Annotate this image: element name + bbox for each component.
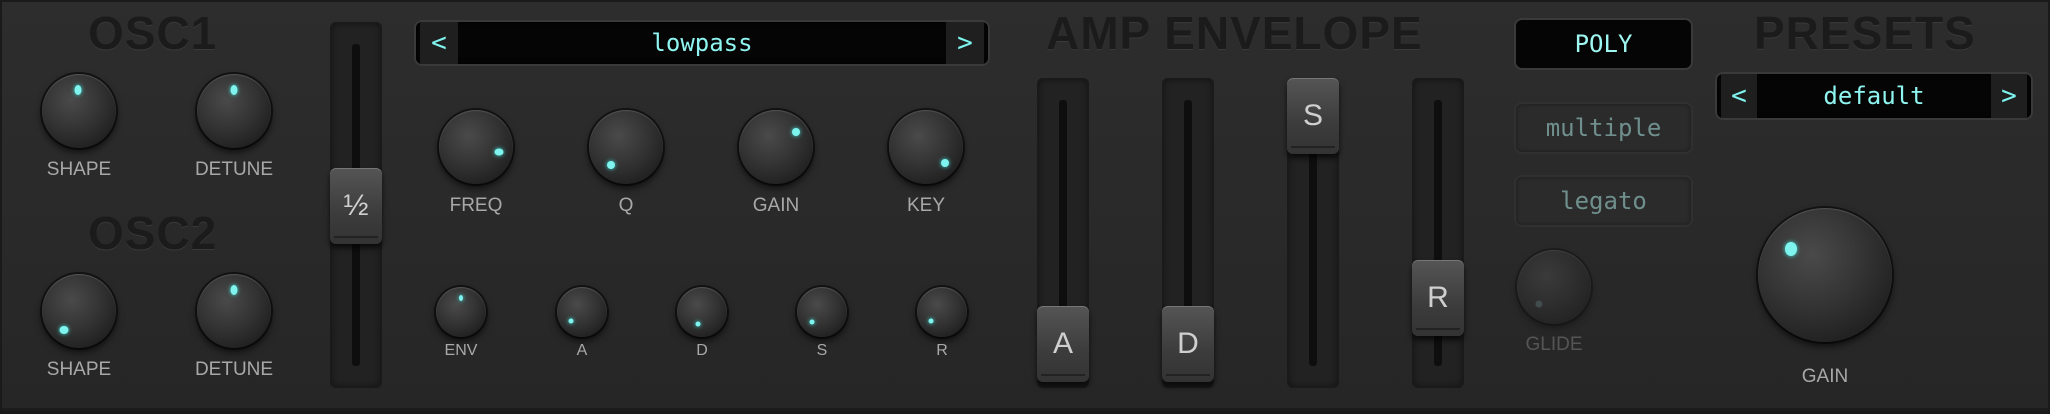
preset-value: default [1823, 82, 1925, 110]
osc2-title: OSC2 [88, 207, 218, 259]
filter-freq-knob[interactable] [439, 110, 513, 184]
filter-q-label: Q [618, 195, 634, 216]
amp-envelope-title: AMP ENVELOPE [1046, 7, 1423, 59]
knob-indicator [928, 318, 934, 324]
amp-release-slider[interactable]: R [1412, 78, 1464, 388]
osc1-title: OSC1 [88, 7, 218, 59]
filter-gain-label: GAIN [752, 195, 800, 216]
knob-indicator [230, 285, 238, 295]
filter-env-d-knob[interactable] [677, 287, 727, 337]
osc1-shape-label: SHAPE [46, 159, 112, 180]
osc2-detune-knob[interactable] [197, 274, 271, 348]
amp-sustain-handle[interactable]: S [1287, 78, 1339, 154]
knob-indicator [494, 148, 504, 156]
filter-env-d-label: D [696, 342, 708, 359]
octave-slider-handle[interactable]: ½ [330, 168, 382, 244]
filter-env-s-label: S [816, 342, 828, 359]
osc1-detune-knob[interactable] [197, 74, 271, 148]
osc2-shape-label: SHAPE [46, 359, 112, 380]
octave-slider-track[interactable]: ½ [330, 22, 382, 388]
filter-env-r-knob[interactable] [917, 287, 967, 337]
osc1-detune-label: DETUNE [194, 159, 274, 180]
filter-gain-knob[interactable] [739, 110, 813, 184]
filter-env-label: ENV [444, 342, 478, 359]
knob-indicator [230, 85, 238, 95]
knob-indicator [941, 159, 949, 167]
synth-panel: OSC1 SHAPE DETUNE OSC2 SHAPE DETUNE ½ < … [0, 0, 2050, 414]
preset-selector: < default > [1717, 74, 2031, 118]
filter-prev-button[interactable]: < [420, 22, 458, 64]
multiple-button[interactable]: multiple [1516, 104, 1691, 152]
osc1-shape-knob[interactable] [42, 74, 116, 148]
filter-env-s-knob[interactable] [797, 287, 847, 337]
amp-release-handle[interactable]: R [1412, 260, 1464, 336]
knob-indicator [792, 128, 800, 136]
amp-attack-slider[interactable]: A [1037, 78, 1089, 388]
presets-title: PRESETS [1754, 7, 1976, 59]
amp-decay-slider[interactable]: D [1162, 78, 1214, 388]
filter-key-label: KEY [906, 195, 946, 216]
filter-key-knob[interactable] [889, 110, 963, 184]
knob-indicator [1785, 242, 1797, 256]
knob-indicator [695, 321, 701, 327]
knob-indicator [809, 319, 815, 325]
osc2-shape-knob[interactable] [42, 274, 116, 348]
amp-decay-handle[interactable]: D [1162, 306, 1214, 382]
knob-indicator [568, 318, 574, 324]
amp-attack-handle[interactable]: A [1037, 306, 1089, 382]
preset-prev-button[interactable]: < [1721, 74, 1757, 118]
glide-knob[interactable] [1517, 250, 1591, 324]
knob-indicator [607, 161, 615, 169]
knob-indicator [459, 295, 463, 301]
legato-button[interactable]: legato [1516, 177, 1691, 225]
master-gain-label: GAIN [1801, 366, 1849, 387]
knob-indicator [59, 326, 69, 334]
filter-env-knob[interactable] [436, 287, 486, 337]
filter-freq-label: FREQ [449, 195, 503, 216]
knob-indicator [1535, 300, 1543, 308]
filter-env-r-label: R [936, 342, 948, 359]
preset-next-button[interactable]: > [1991, 74, 2027, 118]
glide-label: GLIDE [1525, 334, 1583, 355]
amp-sustain-slider[interactable]: S [1287, 78, 1339, 388]
filter-q-knob[interactable] [589, 110, 663, 184]
filter-type-selector: < lowpass > [416, 22, 988, 64]
master-gain-knob[interactable] [1758, 208, 1892, 342]
poly-button[interactable]: POLY [1516, 20, 1691, 68]
filter-type-value: lowpass [651, 29, 753, 57]
filter-next-button[interactable]: > [946, 22, 984, 64]
knob-indicator [74, 85, 82, 95]
filter-env-a-knob[interactable] [557, 287, 607, 337]
osc2-detune-label: DETUNE [194, 359, 274, 380]
filter-env-a-label: A [576, 342, 588, 359]
